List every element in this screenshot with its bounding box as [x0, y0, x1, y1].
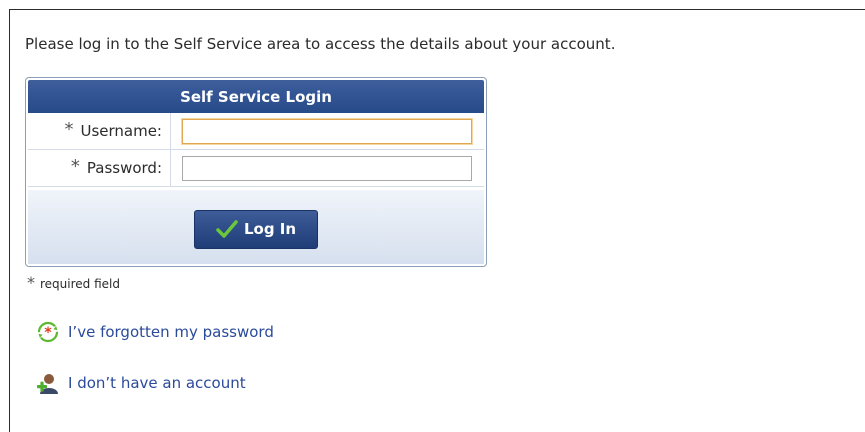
login-panel: Self Service Login * Username: * Passwor… [25, 77, 487, 267]
login-button-label: Log In [243, 220, 297, 238]
intro-text: Please log in to the Self Service area t… [25, 35, 616, 53]
username-label: * Username: [28, 113, 171, 149]
login-button[interactable]: Log In [194, 209, 318, 249]
login-panel-title: Self Service Login [28, 80, 484, 113]
username-input[interactable] [182, 118, 472, 144]
no-account-link[interactable]: I don’t have an account [36, 371, 246, 395]
required-field-note: * required field [27, 273, 120, 292]
password-label: * Password: [28, 150, 171, 186]
password-label-text: Password: [86, 159, 162, 177]
svg-text:*: * [44, 325, 52, 341]
required-marker: * [70, 155, 80, 177]
required-marker: * [64, 118, 74, 140]
username-row: * Username: [28, 113, 484, 150]
password-reset-icon: * [37, 321, 59, 343]
required-marker: * [27, 273, 35, 292]
checkmark-icon [216, 220, 238, 238]
username-label-text: Username: [80, 122, 162, 140]
forgot-password-text: I’ve forgotten my password [68, 323, 274, 341]
required-field-text: required field [40, 277, 120, 291]
login-button-area: Log In [28, 190, 484, 264]
password-row: * Password: [28, 150, 484, 187]
forgot-password-link[interactable]: * I’ve forgotten my password [36, 320, 274, 344]
add-user-icon [37, 374, 58, 394]
no-account-text: I don’t have an account [68, 374, 246, 392]
password-input[interactable] [182, 155, 472, 181]
